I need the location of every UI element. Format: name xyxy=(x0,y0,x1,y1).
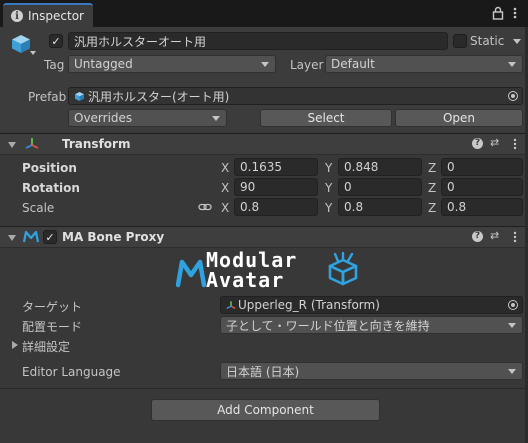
rotation-x-field[interactable]: 90 xyxy=(234,178,318,196)
lock-icon[interactable] xyxy=(492,6,504,20)
presets-icon[interactable]: ⇄ xyxy=(490,136,499,149)
tab-title: Inspector xyxy=(28,9,84,23)
tag-label: Tag xyxy=(44,58,65,72)
component-enabled-checkbox[interactable]: ✓ xyxy=(43,230,57,244)
prefab-asset-icon xyxy=(74,91,85,102)
scale-label: Scale xyxy=(22,201,55,215)
chevron-down-icon xyxy=(261,62,269,67)
chevron-down-icon xyxy=(212,116,220,121)
scale-z-axis[interactable]: Z xyxy=(428,201,436,215)
static-label: Static xyxy=(470,34,505,48)
layer-label: Layer xyxy=(290,58,324,72)
rotation-label: Rotation xyxy=(22,181,80,195)
rotation-x-axis[interactable]: X xyxy=(221,181,229,195)
chevron-down-icon xyxy=(508,323,516,328)
transform-small-icon xyxy=(226,300,236,311)
component-menu-icon[interactable] xyxy=(512,138,518,152)
rotation-y-axis[interactable]: Y xyxy=(325,181,332,195)
scale-z-field[interactable]: 0.8 xyxy=(441,198,523,216)
tab-inspector[interactable]: i Inspector xyxy=(3,3,93,27)
rotation-z-axis[interactable]: Z xyxy=(428,181,436,195)
prefab-asset-name: 汎用ホルスター(オート用) xyxy=(88,89,230,104)
position-x-field[interactable]: 0.1635 xyxy=(234,158,318,176)
transform-title: Transform xyxy=(62,137,131,151)
editor-language-dropdown[interactable]: 日本語 (日本) xyxy=(220,362,523,380)
prefab-label: Prefab xyxy=(28,90,67,104)
chevron-down-icon xyxy=(508,62,516,67)
target-value: Upperleg_R (Transform) xyxy=(238,298,380,312)
transform-header[interactable]: Transform ? ⇄ xyxy=(0,133,528,155)
prefab-asset-field[interactable]: 汎用ホルスター(オート用) xyxy=(68,87,523,105)
help-icon[interactable]: ? xyxy=(472,138,483,149)
prefab-open-button[interactable]: Open xyxy=(395,109,523,127)
static-dropdown-arrow[interactable] xyxy=(513,39,521,44)
section-divider xyxy=(0,388,528,389)
transform-body: Position X 0.1635 Y 0.848 Z 0 Rotation X… xyxy=(0,155,528,225)
scale-y-field[interactable]: 0.8 xyxy=(338,198,422,216)
modular-avatar-logo: Modular Avatar xyxy=(176,248,362,294)
position-z-field[interactable]: 0 xyxy=(441,158,523,176)
target-label: ターゲット xyxy=(22,300,83,314)
tag-dropdown[interactable]: Untagged xyxy=(68,55,276,73)
help-icon[interactable]: ? xyxy=(472,231,483,242)
editor-language-value: 日本語 (日本) xyxy=(226,364,300,379)
kebab-menu-icon[interactable] xyxy=(512,6,518,20)
logo-box-icon xyxy=(328,252,358,286)
object-picker-icon[interactable] xyxy=(508,91,518,101)
editor-language-label: Editor Language xyxy=(22,365,121,379)
logo-text-line1: Modular xyxy=(206,248,298,272)
position-z-axis[interactable]: Z xyxy=(428,161,436,175)
attachment-mode-label: 配置モード xyxy=(22,320,83,334)
transform-icon xyxy=(25,137,39,151)
rotation-y-field[interactable]: 0 xyxy=(338,178,422,196)
scale-x-axis[interactable]: X xyxy=(221,201,229,215)
attachment-mode-value: 子として・ワールド位置と向きを維持 xyxy=(226,318,430,333)
advanced-settings-foldout[interactable]: 詳細設定 xyxy=(22,338,70,355)
scale-y-axis[interactable]: Y xyxy=(325,201,332,215)
foldout-expanded-icon[interactable] xyxy=(8,142,16,148)
object-picker-icon[interactable] xyxy=(508,300,518,310)
layer-value: Default xyxy=(331,57,375,71)
logo-text-line2: Avatar xyxy=(206,268,285,292)
component-menu-icon[interactable] xyxy=(512,231,518,245)
bone-proxy-header[interactable]: ✓ MA Bone Proxy ? ⇄ xyxy=(0,226,528,248)
scale-x-field[interactable]: 0.8 xyxy=(234,198,318,216)
position-y-field[interactable]: 0.848 xyxy=(338,158,422,176)
attachment-mode-dropdown[interactable]: 子として・ワールド位置と向きを維持 xyxy=(220,316,523,334)
target-object-field[interactable]: Upperleg_R (Transform) xyxy=(220,296,523,314)
prefab-cube-icon xyxy=(10,33,32,55)
gameobject-header: ✓ 汎用ホルスターオート用 Static Tag Untagged Layer … xyxy=(0,27,528,132)
tag-value: Untagged xyxy=(74,57,133,71)
position-label: Position xyxy=(22,161,77,175)
foldout-collapsed-icon[interactable] xyxy=(12,341,18,349)
tab-bar: i Inspector xyxy=(0,0,528,27)
overrides-dropdown[interactable]: Overrides xyxy=(68,109,227,127)
presets-icon[interactable]: ⇄ xyxy=(490,229,499,242)
position-x-axis[interactable]: X xyxy=(221,161,229,175)
active-checkbox[interactable]: ✓ xyxy=(49,34,63,48)
bone-proxy-body: Modular Avatar ターゲット Upperleg_R (Transfo… xyxy=(0,248,528,388)
layer-dropdown[interactable]: Default xyxy=(325,55,523,73)
gameobject-name-field[interactable]: 汎用ホルスターオート用 xyxy=(68,32,448,50)
chevron-down-icon xyxy=(508,369,516,374)
link-icon[interactable] xyxy=(198,201,212,213)
logo-m-mark xyxy=(176,259,206,288)
overrides-label: Overrides xyxy=(74,111,133,125)
modular-avatar-icon xyxy=(22,230,40,244)
info-icon: i xyxy=(11,10,23,22)
add-component-button[interactable]: Add Component xyxy=(151,399,380,421)
position-y-axis[interactable]: Y xyxy=(325,161,332,175)
foldout-expanded-icon[interactable] xyxy=(8,235,16,241)
prefab-select-button[interactable]: Select xyxy=(260,109,392,127)
rotation-z-field[interactable]: 0 xyxy=(441,178,523,196)
bone-proxy-title: MA Bone Proxy xyxy=(62,230,165,244)
icon-dropdown-arrow[interactable] xyxy=(30,51,36,55)
static-checkbox[interactable] xyxy=(453,34,467,48)
